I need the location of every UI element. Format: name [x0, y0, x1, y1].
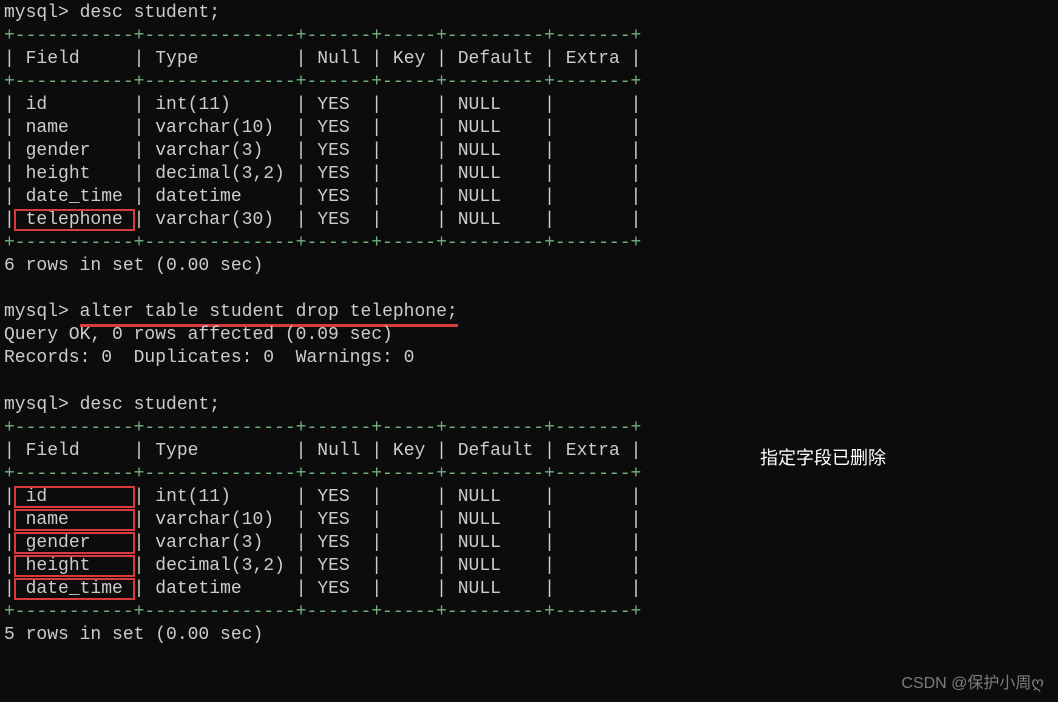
highlighted-field-telephone: telephone — [15, 210, 134, 230]
table-row: | id | int(11) | YES | | NULL | | | name… — [4, 487, 641, 599]
command-alter: alter table student drop telephone; — [80, 302, 458, 327]
table-border: +-----------+--------------+------+-----… — [4, 464, 641, 484]
table-border: +-----------+--------------+------+-----… — [4, 233, 641, 253]
query-result: Query OK, 0 rows affected (0.09 sec) — [4, 325, 393, 345]
table-row: | name | varchar(10) | YES | | NULL | | — [4, 118, 641, 138]
highlighted-remaining-fields: id — [15, 487, 134, 507]
query-result: Records: 0 Duplicates: 0 Warnings: 0 — [4, 348, 414, 368]
command-desc2: desc student; — [80, 395, 220, 415]
table-border: +-----------+--------------+------+-----… — [4, 26, 641, 46]
table-border: +-----------+--------------+------+-----… — [4, 72, 641, 92]
summary-line: 6 rows in set (0.00 sec) — [4, 256, 263, 276]
table-row: | date_time | datetime | YES | | NULL | … — [4, 187, 641, 207]
mysql-prompt: mysql> — [4, 395, 69, 415]
table-row: | gender | varchar(3) | YES | | NULL | | — [4, 141, 641, 161]
table-border: +-----------+--------------+------+-----… — [4, 602, 641, 622]
table-border: +-----------+--------------+------+-----… — [4, 418, 641, 438]
table-row: | id | int(11) | YES | | NULL | | — [4, 95, 641, 115]
terminal-output: mysql> desc student; +-----------+------… — [0, 0, 1058, 649]
summary-line: 5 rows in set (0.00 sec) — [4, 625, 263, 645]
highlighted-remaining-fields: name — [15, 510, 134, 530]
watermark-text: CSDN @保护小周ღ — [901, 674, 1044, 694]
highlighted-remaining-fields: date_time — [15, 579, 134, 599]
highlighted-remaining-fields: gender — [15, 533, 134, 553]
table-header-row: | Field | Type | Null | Key | Default | … — [4, 49, 641, 69]
table-row: | telephone | varchar(30) | YES | | NULL… — [4, 210, 641, 230]
annotation-label: 指定字段已删除 — [760, 447, 886, 470]
table-row: | height | decimal(3,2) | YES | | NULL |… — [4, 164, 641, 184]
mysql-prompt: mysql> — [4, 3, 69, 23]
highlighted-remaining-fields: height — [15, 556, 134, 576]
mysql-prompt: mysql> — [4, 302, 69, 322]
command-desc1: desc student; — [80, 3, 220, 23]
table-header-row: | Field | Type | Null | Key | Default | … — [4, 441, 641, 461]
